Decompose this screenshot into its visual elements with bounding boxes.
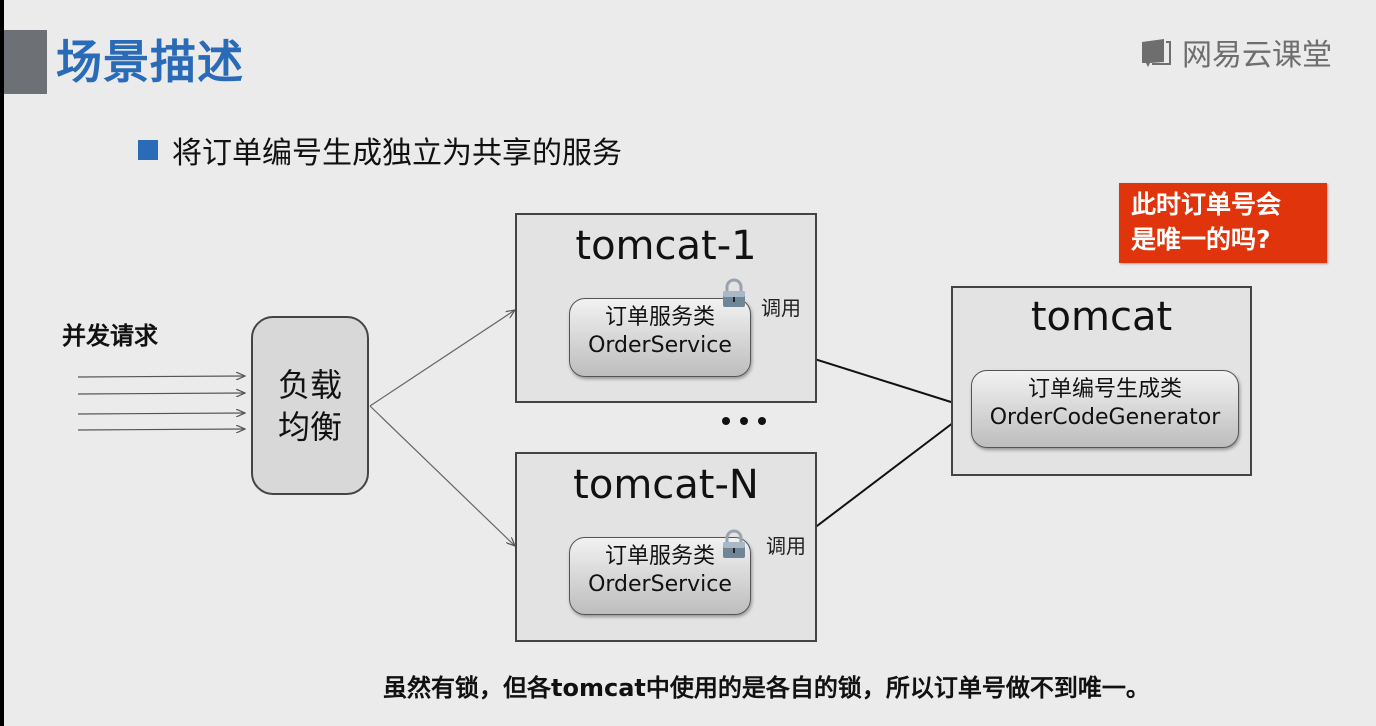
footer-note: 虽然有锁，但各tomcat中使用的是各自的锁，所以订单号做不到唯一。 <box>383 674 1150 702</box>
server-title: tomcat <box>1030 294 1173 340</box>
requests-label: 并发请求 <box>62 322 158 350</box>
dot <box>722 417 730 425</box>
lb-to-tomcat-1-arrow <box>369 310 515 407</box>
lock-icon <box>718 528 750 560</box>
lb-to-tomcat-n-arrow <box>369 405 515 546</box>
dot <box>740 417 748 425</box>
lock-icon <box>718 277 750 309</box>
service-en: OrderService <box>588 572 732 597</box>
lb-line-1: 负载 <box>277 365 342 404</box>
server-title: tomcat-1 <box>575 223 757 269</box>
dot <box>758 417 766 425</box>
server-title: tomcat-N <box>573 462 759 508</box>
call-label-1: 调用 <box>761 296 801 320</box>
request-arrow <box>77 393 245 394</box>
service-cn: 订单编号生成类 <box>1027 377 1182 402</box>
order-service-box-1: 订单服务类 OrderService <box>569 298 751 377</box>
order-code-generator-box: 订单编号生成类 OrderCodeGenerator <box>971 370 1239 448</box>
request-arrow <box>77 413 245 414</box>
lb-line-2: 均衡 <box>277 407 342 446</box>
load-balancer-box: 负载 均衡 <box>251 316 369 495</box>
ellipsis <box>722 417 766 425</box>
request-arrow <box>77 429 245 430</box>
service-en: OrderService <box>588 333 732 358</box>
call-label-n: 调用 <box>766 534 806 558</box>
request-arrow <box>77 376 245 377</box>
service-en: OrderCodeGenerator <box>989 405 1221 430</box>
